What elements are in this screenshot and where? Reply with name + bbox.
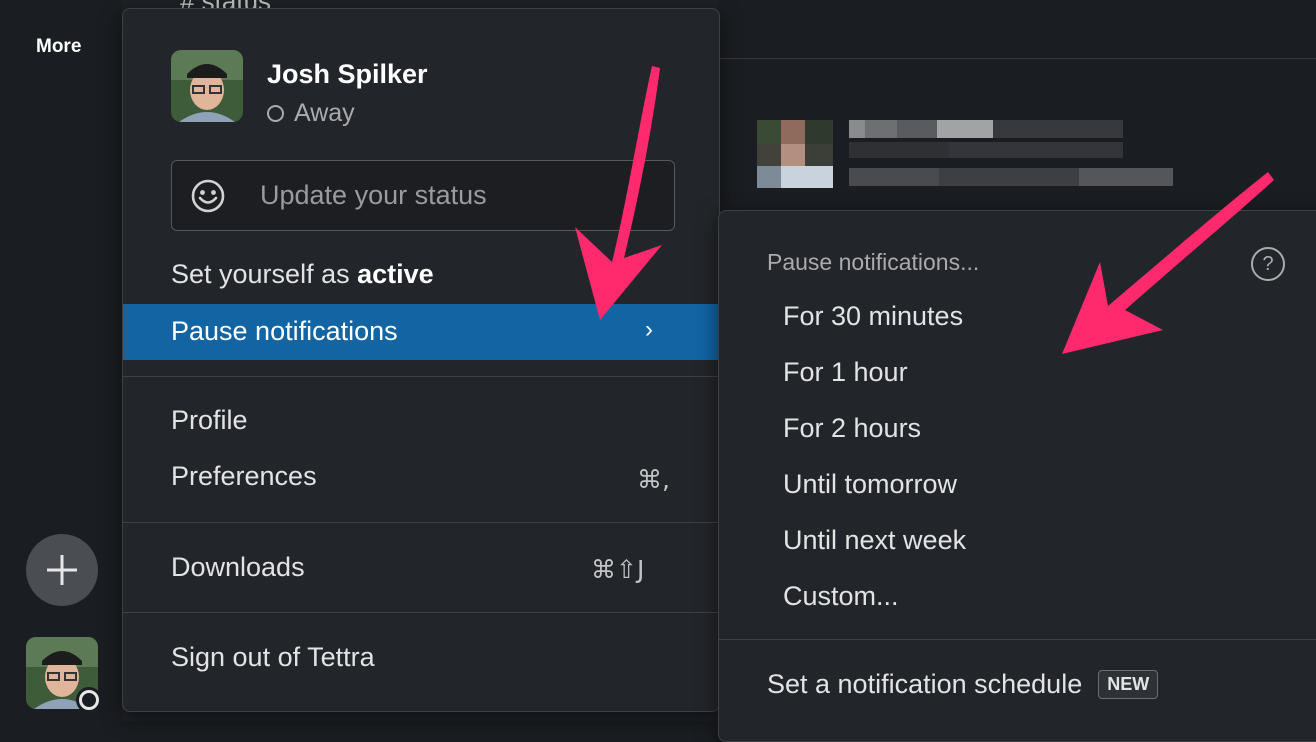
annotation-arrow-right (1062, 172, 1274, 354)
annotation-arrows (575, 66, 1274, 354)
annotation-arrow-left (575, 66, 662, 320)
